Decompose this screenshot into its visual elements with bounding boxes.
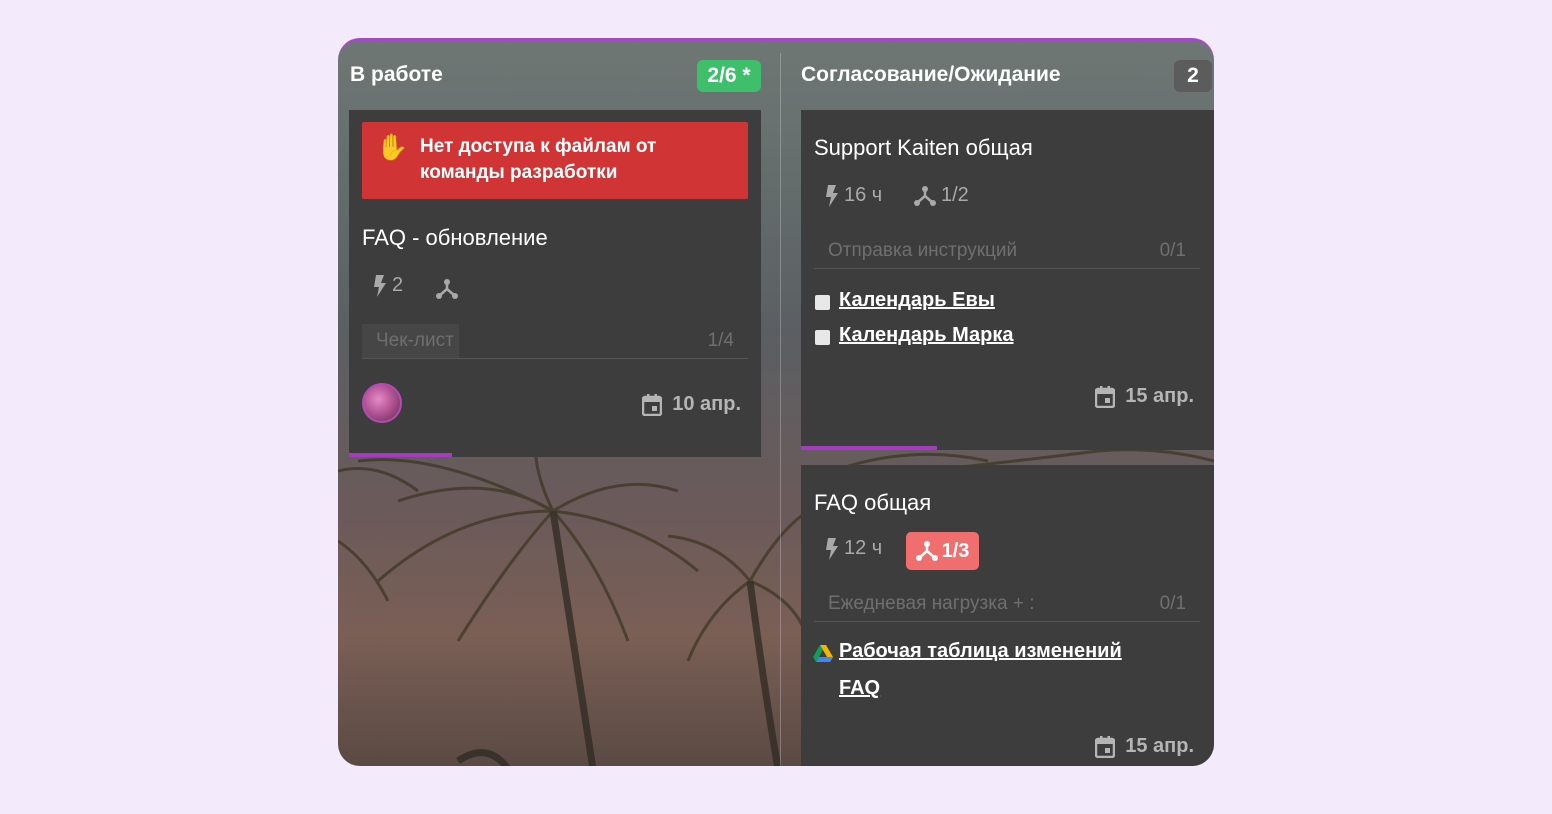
checkbox-icon[interactable] — [815, 330, 830, 345]
kanban-board: В работе 2/6 * Согласование/Ожидание 2 ✋… — [338, 38, 1214, 766]
card-progress-bar — [349, 453, 452, 457]
link-calendar-mark[interactable]: Календарь Марка — [839, 324, 1013, 347]
checklist[interactable]: Ежедневая нагрузка + : 0/1 — [814, 587, 1200, 622]
card-title: FAQ общая — [814, 490, 932, 515]
calendar-icon — [642, 393, 663, 416]
due-date-value: 15 апр. — [1125, 385, 1194, 407]
subtasks-icon — [915, 541, 938, 561]
column-title[interactable]: В работе — [350, 63, 443, 87]
checkbox-icon[interactable] — [815, 295, 830, 310]
blocker-text: Нет доступа к файлам от команды разработ… — [420, 136, 657, 183]
due-date: 15 апр. — [1095, 385, 1194, 408]
due-date: 10 апр. — [642, 393, 741, 416]
raised-hand-icon: ✋ — [376, 132, 409, 162]
checklist-count: 0/1 — [1159, 593, 1186, 614]
due-date-value: 10 апр. — [672, 393, 741, 415]
card-size-value: 12 ч — [844, 537, 883, 559]
checklist-label: Ежедневая нагрузка + : — [828, 593, 1035, 614]
checklist-label: Отправка инструкций — [828, 240, 1018, 261]
calendar-icon — [1095, 735, 1116, 758]
avatar[interactable] — [362, 383, 402, 423]
column-wip-badge: 2/6 * — [697, 60, 761, 92]
checklist[interactable]: Отправка инструкций 0/1 — [814, 234, 1200, 269]
link-worksheet-faq[interactable]: FAQ — [839, 677, 880, 700]
subtasks-counter[interactable]: 1/2 — [914, 184, 969, 207]
subtasks-value: 1/2 — [941, 184, 969, 206]
checklist[interactable]: Чек-лист 1/4 — [362, 324, 748, 359]
card-size: 16 ч — [825, 184, 882, 207]
lightning-icon — [826, 537, 838, 560]
card-size: 12 ч — [825, 537, 882, 560]
card-size: 2 — [373, 274, 403, 297]
checklist-count: 1/4 — [707, 330, 734, 351]
card[interactable]: Support Kaiten общая 16 ч 1/2 Отправка и… — [801, 110, 1214, 450]
blocker-alert[interactable]: ✋ Нет доступа к файлам от команды разраб… — [362, 122, 748, 199]
card-title: Support Kaiten общая — [814, 135, 1033, 160]
calendar-icon — [1095, 385, 1116, 408]
checklist-count: 0/1 — [1159, 240, 1186, 261]
google-drive-icon — [813, 645, 833, 662]
column-divider — [780, 53, 781, 766]
card-size-value: 2 — [392, 274, 404, 296]
due-date-value: 15 апр. — [1125, 735, 1194, 757]
subtasks-overdue-badge[interactable]: 1/3 — [906, 532, 979, 570]
card[interactable]: FAQ общая 12 ч 1/3 Ежедневая нагрузка + … — [801, 465, 1214, 766]
link-worksheet[interactable]: Рабочая таблица изменений — [839, 640, 1122, 663]
link-calendar-eva[interactable]: Календарь Евы — [839, 289, 995, 312]
lightning-icon — [826, 184, 838, 207]
card-progress-bar — [801, 446, 937, 450]
subtasks-icon — [914, 185, 936, 206]
card-size-value: 16 ч — [844, 184, 883, 206]
checklist-label: Чек-лист — [376, 330, 454, 351]
subtasks-icon[interactable] — [436, 278, 458, 300]
lightning-icon — [374, 274, 386, 297]
subtasks-value: 1/3 — [941, 539, 970, 562]
column-count-badge: 2 — [1174, 60, 1212, 92]
card-title: FAQ - обновление — [362, 225, 548, 250]
card[interactable]: ✋ Нет доступа к файлам от команды разраб… — [349, 110, 761, 457]
column-title[interactable]: Согласование/Ожидание — [801, 63, 1061, 87]
due-date: 15 апр. — [1095, 735, 1194, 758]
